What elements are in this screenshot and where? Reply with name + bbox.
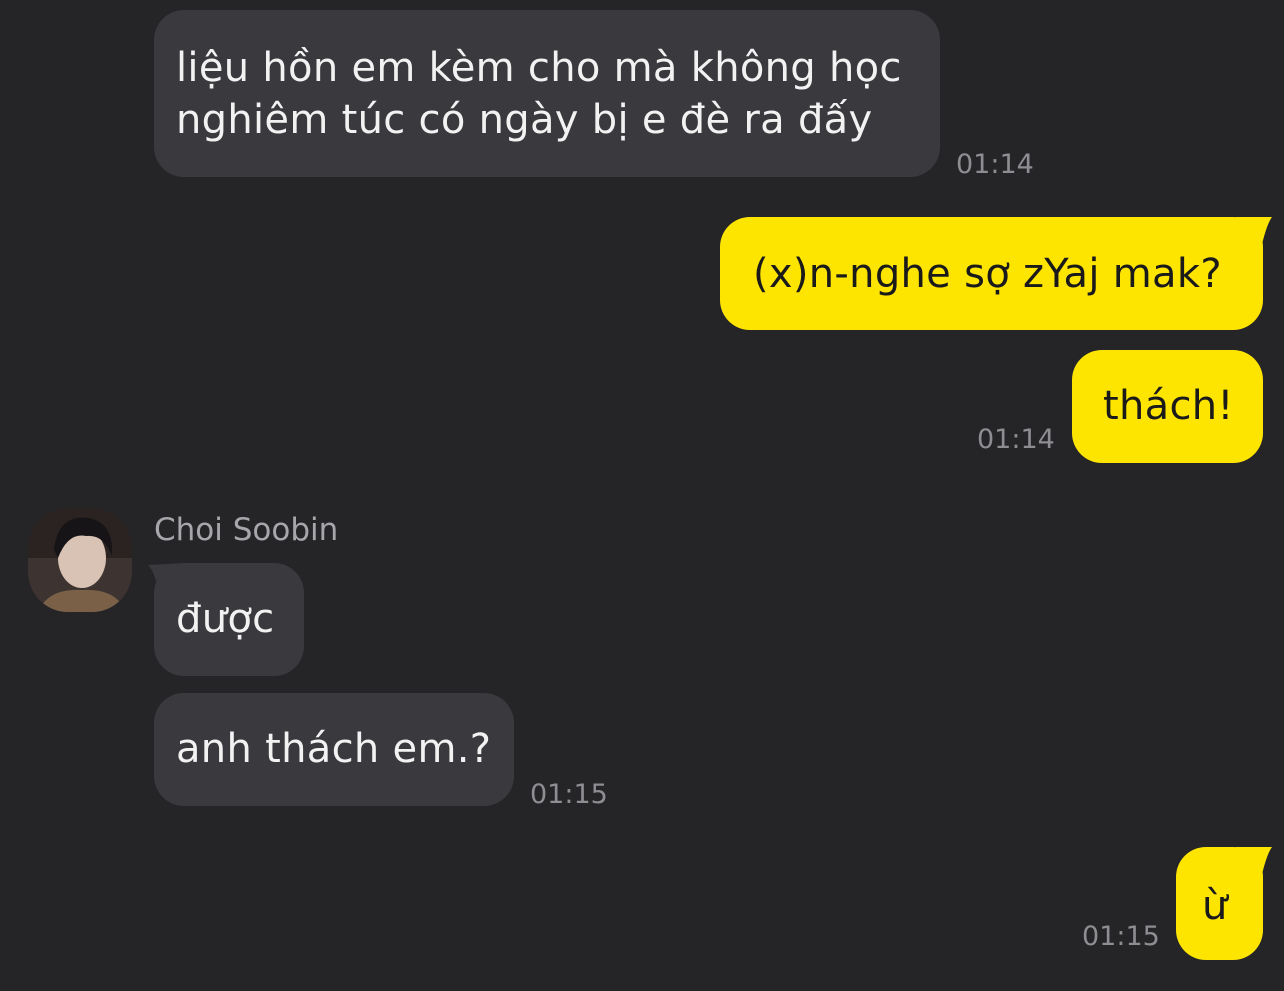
message-text-line: liệu hồn em kèm cho mà không học [176,45,902,91]
message-text: được [176,596,275,642]
outgoing-message-bubble[interactable]: thách! [1072,350,1263,463]
message-timestamp: 01:15 [1082,921,1160,952]
message-timestamp: 01:14 [977,424,1055,455]
contact-avatar[interactable] [28,508,132,612]
outgoing-message-bubble[interactable]: (x)n-nghe sợ zYaj mak? [720,217,1263,330]
incoming-message-bubble[interactable]: liệu hồn em kèm cho mà không học nghiêm … [154,10,940,177]
incoming-message-bubble[interactable]: anh thách em.? [154,693,514,806]
outgoing-bubble-tail [1236,847,1272,887]
message-text-line: nghiêm túc có ngày bị e đè ra đấy [176,97,873,143]
person-photo-avatar-icon [28,508,132,612]
incoming-message-bubble[interactable]: được [154,563,304,676]
message-text: (x)n-nghe sợ zYaj mak? [753,251,1222,297]
message-timestamp: 01:14 [956,149,1034,180]
message-text: anh thách em.? [176,726,492,772]
outgoing-bubble-tail [1236,217,1272,257]
contact-name: Choi Soobin [154,512,339,548]
message-timestamp: 01:15 [530,779,608,810]
message-text: thách! [1103,383,1234,429]
message-text: ừ [1202,883,1228,929]
